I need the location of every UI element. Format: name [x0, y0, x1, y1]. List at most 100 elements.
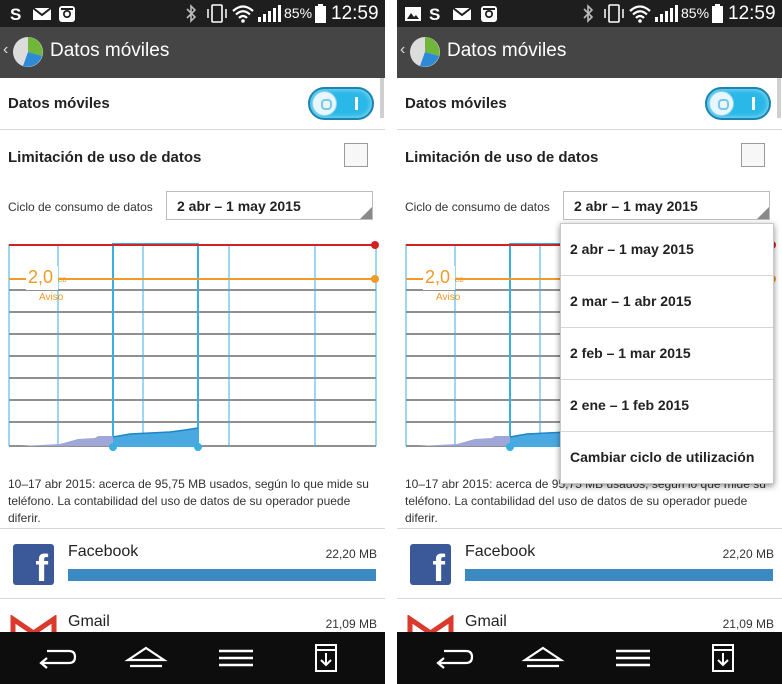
cycle-option[interactable]: 2 abr – 1 may 2015	[561, 224, 773, 276]
download-icon[interactable]	[701, 642, 745, 674]
clock: 12:59	[331, 3, 379, 24]
data-limit-checkbox[interactable]	[344, 143, 368, 167]
data-usage-app-icon[interactable]	[409, 36, 441, 68]
back-icon[interactable]	[432, 642, 476, 674]
data-limit-checkbox[interactable]	[741, 143, 765, 167]
status-bar: S 85% 12:59	[0, 0, 385, 27]
app-size: 21,09 MB	[325, 617, 377, 631]
warning-value: 2,0	[425, 267, 450, 287]
toggle-knob	[709, 91, 734, 116]
phone-screen-left: S 85% 12:59 ‹ Datos móviles Datos móvile…	[0, 0, 385, 684]
mobile-data-row[interactable]: Datos móviles	[397, 78, 782, 130]
battery-percent: 85%	[681, 5, 710, 21]
data-usage-app-icon[interactable]	[12, 36, 44, 68]
back-chevron-icon[interactable]: ‹	[400, 41, 405, 59]
signal-icon	[654, 4, 678, 23]
instagram-icon	[58, 4, 76, 23]
mobile-data-toggle[interactable]	[705, 87, 771, 120]
change-cycle-label: Cambiar ciclo de utilización	[570, 449, 755, 465]
cycle-option-label: 2 ene – 1 feb 2015	[570, 397, 690, 413]
chart-horizontal-grid	[9, 289, 376, 447]
data-usage-chart[interactable]: 2,0 GB Aviso	[0, 238, 385, 458]
change-cycle-option[interactable]: Cambiar ciclo de utilización	[561, 432, 773, 484]
data-limit-row[interactable]: Limitación de uso de datos	[0, 130, 385, 182]
data-limit-label: Limitación de uso de datos	[8, 149, 202, 166]
warning-label: Aviso	[39, 292, 64, 303]
app-size: 22,20 MB	[722, 547, 774, 561]
usage-previous-area	[419, 436, 510, 446]
vibrate-icon	[206, 4, 228, 23]
toggle-knob	[312, 91, 337, 116]
clock: 12:59	[728, 3, 776, 24]
cycle-dropdown-popup: 2 abr – 1 may 2015 2 mar – 1 abr 2015 2 …	[560, 223, 774, 484]
facebook-icon: f	[13, 544, 54, 585]
app-row-gmail[interactable]: Gmail 21,09 MB	[397, 598, 782, 632]
range-start-handle[interactable]	[506, 443, 514, 451]
mobile-data-toggle[interactable]	[308, 87, 374, 120]
skype-icon: S	[427, 4, 445, 24]
settings-content: Datos móviles Limitación de uso de datos…	[397, 78, 782, 632]
menu-icon[interactable]	[611, 642, 655, 674]
data-limit-row[interactable]: Limitación de uso de datos	[397, 130, 782, 182]
action-bar: ‹ Datos móviles	[397, 27, 782, 78]
warning-handle[interactable]	[371, 275, 379, 283]
cycle-label: Ciclo de consumo de datos	[8, 200, 153, 214]
cycle-option-label: 2 abr – 1 may 2015	[570, 241, 694, 257]
status-bar: S 85% 12:59	[397, 0, 782, 27]
range-start-handle[interactable]	[109, 443, 117, 451]
app-usage-bar	[68, 569, 376, 581]
wifi-icon	[628, 4, 652, 23]
battery-icon	[315, 4, 326, 23]
app-row-gmail[interactable]: Gmail 21,09 MB	[0, 598, 385, 632]
settings-content: Datos móviles Limitación de uso de datos…	[0, 78, 385, 632]
cycle-option-label: 2 mar – 1 abr 2015	[570, 293, 692, 309]
home-icon[interactable]	[124, 642, 168, 674]
limit-handle[interactable]	[371, 241, 379, 249]
mobile-data-row[interactable]: Datos móviles	[0, 78, 385, 130]
mobile-data-label: Datos móviles	[8, 95, 110, 112]
navigation-bar	[0, 632, 385, 684]
skype-icon: S	[8, 4, 26, 24]
app-name: Facebook	[68, 543, 139, 560]
app-name: Gmail	[68, 613, 110, 630]
cycle-option[interactable]: 2 mar – 1 abr 2015	[561, 276, 773, 328]
range-end-handle[interactable]	[194, 443, 202, 451]
app-name: Facebook	[465, 543, 536, 560]
battery-icon	[712, 4, 723, 23]
back-chevron-icon[interactable]: ‹	[3, 41, 8, 59]
warning-unit: GB	[58, 278, 67, 284]
image-icon	[404, 4, 422, 23]
page-title: Datos móviles	[50, 40, 170, 61]
app-size: 22,20 MB	[325, 547, 377, 561]
app-name: Gmail	[465, 613, 507, 630]
app-size: 21,09 MB	[722, 617, 774, 631]
app-row-facebook[interactable]: f Facebook 22,20 MB	[0, 528, 385, 598]
cycle-dropdown[interactable]: 2 abr – 1 may 2015	[563, 191, 770, 220]
svg-text:S: S	[10, 5, 21, 23]
cycle-dropdown[interactable]: 2 abr – 1 may 2015	[166, 191, 373, 220]
menu-icon[interactable]	[214, 642, 258, 674]
bluetooth-icon	[184, 4, 198, 23]
cycle-option[interactable]: 2 feb – 1 mar 2015	[561, 328, 773, 380]
cycle-label: Ciclo de consumo de datos	[405, 200, 550, 214]
data-limit-label: Limitación de uso de datos	[405, 149, 599, 166]
signal-icon	[257, 4, 281, 23]
instagram-icon	[480, 4, 498, 23]
navigation-bar	[397, 632, 782, 684]
warning-label: Aviso	[436, 292, 461, 303]
chart-selected-range[interactable]	[112, 243, 199, 447]
usage-previous-area	[22, 436, 113, 446]
home-icon[interactable]	[521, 642, 565, 674]
back-icon[interactable]	[35, 642, 79, 674]
download-icon[interactable]	[304, 642, 348, 674]
dropdown-corner-icon	[757, 207, 769, 219]
action-bar: ‹ Datos móviles	[0, 27, 385, 78]
cycle-dropdown-value: 2 abr – 1 may 2015	[574, 198, 698, 214]
chart-vertical-grid	[8, 244, 377, 446]
svg-text:S: S	[429, 5, 440, 23]
cycle-option[interactable]: 2 ene – 1 feb 2015	[561, 380, 773, 432]
vibrate-icon	[603, 4, 625, 23]
app-row-facebook[interactable]: f Facebook 22,20 MB	[397, 528, 782, 598]
gmail-icon	[407, 615, 454, 632]
mobile-data-label: Datos móviles	[405, 95, 507, 112]
